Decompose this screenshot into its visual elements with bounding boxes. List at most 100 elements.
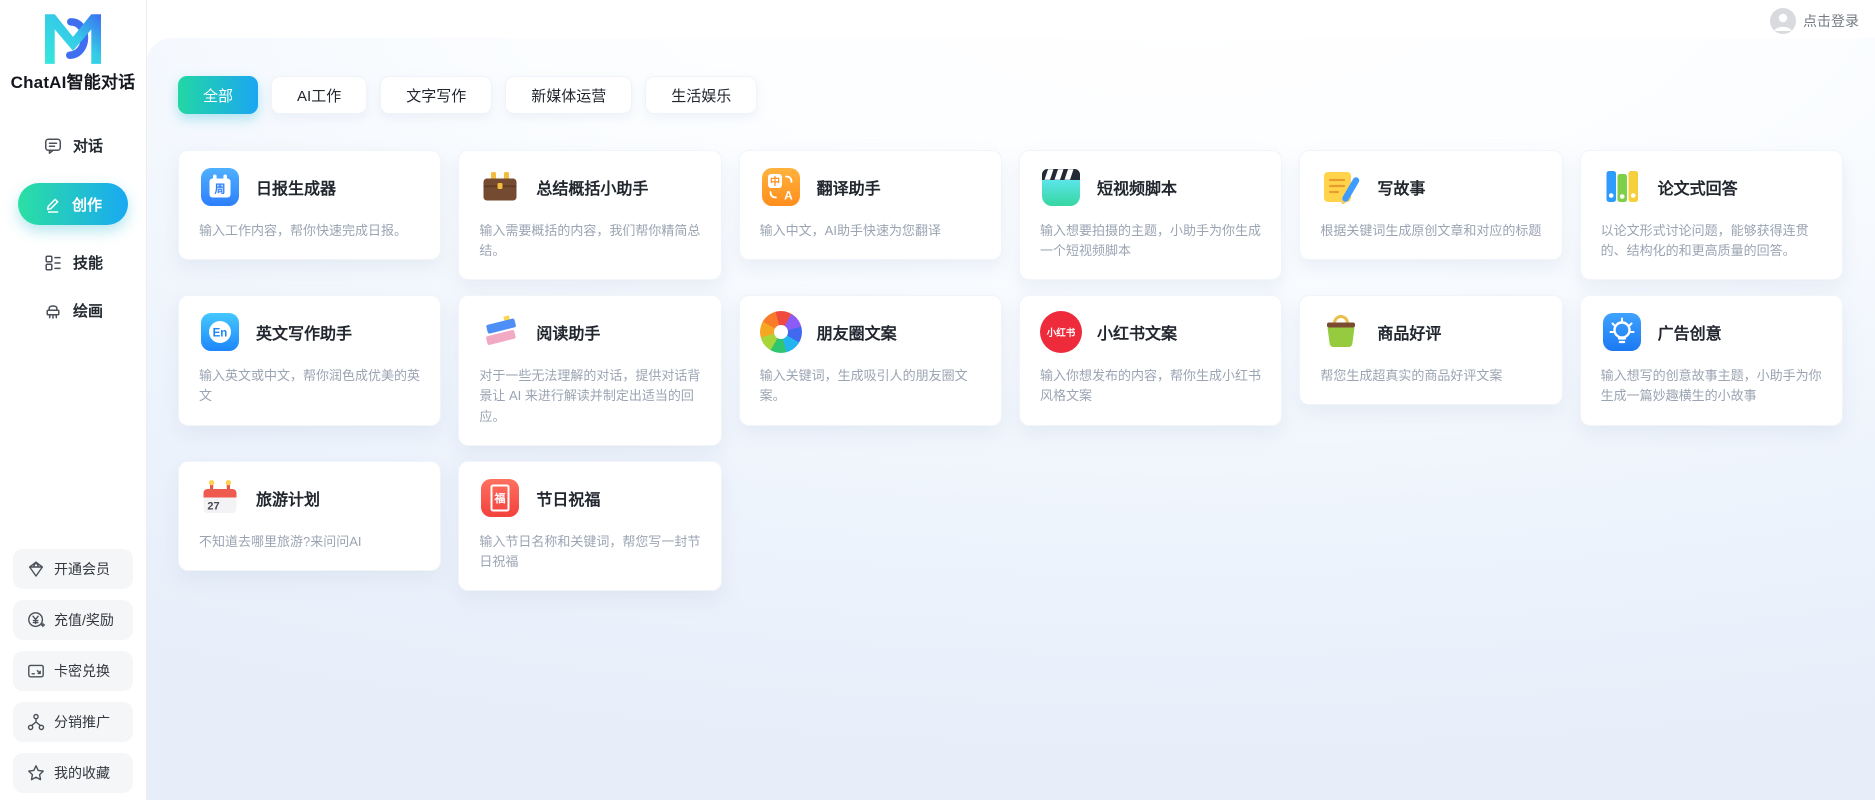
card-desc: 对于一些无法理解的对话，提供对话背景让 AI 来进行解读并制定出适当的回应。 [479,368,701,424]
moments-pinwheel-icon [759,311,802,354]
card-title: 商品好评 [1377,326,1442,344]
card-title: 翻译助手 [816,181,881,198]
pencil-icon [44,195,62,213]
card-title: 总结概括小助手 [536,181,649,198]
login-label: 点击登录 [1803,13,1859,29]
svg-text:27: 27 [207,500,219,512]
app-window: ChatAI智能对话 对话 创作 技能 绘画 开通会员 充值/奖励 卡密兑换 分… [0,0,1875,800]
card-short-video-script[interactable]: 短视频脚本 输入想要拍摄的主题，小助手为你生成一个短视频脚本 [1019,150,1283,281]
card-festival-greeting[interactable]: 福 节日祝福 输入节日名称和关键词，帮您写一封节日祝福 [458,460,722,591]
card-desc: 输入想要拍摄的主题，小助手为你生成一个短视频脚本 [1040,223,1262,259]
card-title: 日报生成器 [256,181,337,198]
card-desc: 输入需要概括的内容，我们帮你精简总结。 [479,223,701,259]
nav-label: 对话 [72,138,103,155]
md-logo-icon [45,14,101,64]
card-desc: 输入英文或中文，帮你润色成优美的英文 [199,368,421,404]
sidebar-nav: 对话 创作 技能 绘画 [0,135,146,321]
card-desc: 根据关键词生成原创文章和对应的标题 [1320,223,1542,238]
shortcut-affiliate[interactable]: 分销推广 [13,702,133,742]
nav-label: 绘画 [72,303,103,320]
main-panel: 全部 AI工作 文字写作 新媒体运营 生活娱乐 周 日报生成器 输入工作内容，帮… [146,38,1875,800]
card-title: 短视频脚本 [1097,181,1178,198]
translate-icon: 中A [760,166,802,208]
card-desc: 输入节日名称和关键词，帮您写一封节日祝福 [479,533,701,569]
card-travel-plan[interactable]: 27 旅游计划 不知道去哪里旅游?来问问AI [178,460,442,571]
tab-lifestyle[interactable]: 生活娱乐 [645,76,758,114]
card-title: 写故事 [1377,181,1426,198]
tab-text-writing[interactable]: 文字写作 [380,76,493,114]
card-desc: 输入关键词，生成吸引人的朋友圈文案。 [759,368,968,404]
svg-text:A: A [784,189,793,203]
card-title: 论文式回答 [1657,181,1738,198]
sidebar-shortcuts: 开通会员 充值/奖励 卡密兑换 分销推广 我的收藏 [13,549,133,793]
card-summary-assistant[interactable]: 总结概括小助手 输入需要概括的内容，我们帮你精简总结。 [458,150,722,281]
card-desc: 输入工作内容，帮你快速完成日报。 [199,223,408,238]
clapperboard-icon [1040,166,1082,208]
gem-icon [26,559,46,579]
card-title: 小红书文案 [1097,326,1178,344]
card-desc: 帮您生成超真实的商品好评文案 [1320,368,1503,384]
card-reading-assistant[interactable]: 阅读助手 对于一些无法理解的对话，提供对话背景让 AI 来进行解读并制定出适当的… [458,295,722,446]
card-essay-answer[interactable]: 论文式回答 以论文形式讨论问题，能够获得连贯的、结构化的和更高质量的回答。 [1579,150,1843,281]
shortcut-label: 分销推广 [54,714,110,730]
card-desc: 输入想写的创意故事主题，小助手为你生成一篇妙趣横生的小故事 [1600,368,1822,404]
sidebar: ChatAI智能对话 对话 创作 技能 绘画 开通会员 充值/奖励 卡密兑换 分… [0,0,147,800]
sidebar-item-skills[interactable]: 技能 [43,252,103,273]
calendar-icon: 27 [199,477,241,519]
sidebar-item-drawing[interactable]: 绘画 [43,300,103,321]
tab-ai-work[interactable]: AI工作 [271,76,368,114]
card-title: 旅游计划 [256,491,321,509]
card-product-review[interactable]: 商品好评 帮您生成超真实的商品好评文案 [1299,295,1563,406]
skills-grid-icon [43,253,63,273]
category-tabs: 全部 AI工作 文字写作 新媒体运营 生活娱乐 [178,76,1843,114]
card-title: 英文写作助手 [256,326,353,344]
yen-coin-icon [26,610,46,630]
card-xiaohongshu-copy[interactable]: 小红书 小红书文案 输入你想发布的内容，帮你生成小红书风格文案 [1019,295,1283,426]
svg-text:En: En [213,328,228,340]
xiaohongshu-icon: 小红书 [1040,311,1082,354]
shopping-bag-icon [1320,311,1362,353]
shortcut-vip[interactable]: 开通会员 [13,549,133,589]
card-title: 阅读助手 [536,326,601,344]
tab-new-media[interactable]: 新媒体运营 [505,76,633,114]
shortcut-favorites[interactable]: 我的收藏 [13,753,133,793]
shortcut-label: 我的收藏 [54,765,110,781]
app-title: ChatAI智能对话 [10,73,136,92]
card-write-story[interactable]: 写故事 根据关键词生成原创文章和对应的标题 [1299,150,1563,261]
tab-all[interactable]: 全部 [178,76,259,114]
card-english-writing[interactable]: En 英文写作助手 输入英文或中文，帮你润色成优美的英文 [178,295,442,426]
shortcut-label: 卡密兑换 [54,663,110,679]
card-translator[interactable]: 中A 翻译助手 输入中文，AI助手快速为您翻译 [738,150,1002,261]
chat-bubble-icon [43,136,63,156]
nav-label: 创作 [71,196,102,214]
card-moments-copy[interactable]: 朋友圈文案 输入关键词，生成吸引人的朋友圈文案。 [738,295,1002,426]
daily-report-icon: 周 [199,166,241,208]
sidebar-item-create[interactable]: 创作 [18,183,128,225]
tool-card-grid: 周 日报生成器 输入工作内容，帮你快速完成日报。 总结概括小助手 输入需要概括的… [178,150,1843,591]
login-button[interactable]: 点击登录 [1770,8,1859,34]
xiaohongshu-badge-text: 小红书 [1046,328,1076,340]
share-network-icon [26,712,46,732]
shortcut-label: 开通会员 [54,561,110,577]
avatar-icon [1770,8,1796,34]
memo-pencil-icon [1320,166,1362,208]
sidebar-item-chat[interactable]: 对话 [43,135,103,156]
svg-text:周: 周 [215,183,226,196]
binders-icon [1601,166,1643,208]
card-title: 朋友圈文案 [816,326,897,344]
lightbulb-icon [1601,311,1643,353]
briefcase-icon [479,166,521,208]
shortcut-card-redeem[interactable]: 卡密兑换 [13,651,133,691]
card-redeem-icon [26,661,46,681]
books-icon [479,311,521,353]
festival-icon: 福 [479,477,521,519]
card-daily-report[interactable]: 周 日报生成器 输入工作内容，帮你快速完成日报。 [178,150,442,261]
svg-text:福: 福 [494,491,506,505]
card-title: 广告创意 [1657,326,1722,344]
card-desc: 输入中文，AI助手快速为您翻译 [759,223,941,238]
card-ad-creative[interactable]: 广告创意 输入想写的创意故事主题，小助手为你生成一篇妙趣横生的小故事 [1579,295,1843,426]
shortcut-label: 充值/奖励 [54,612,114,628]
english-badge-icon: En [199,311,241,353]
card-title: 节日祝福 [536,491,601,509]
shortcut-recharge[interactable]: 充值/奖励 [13,600,133,640]
